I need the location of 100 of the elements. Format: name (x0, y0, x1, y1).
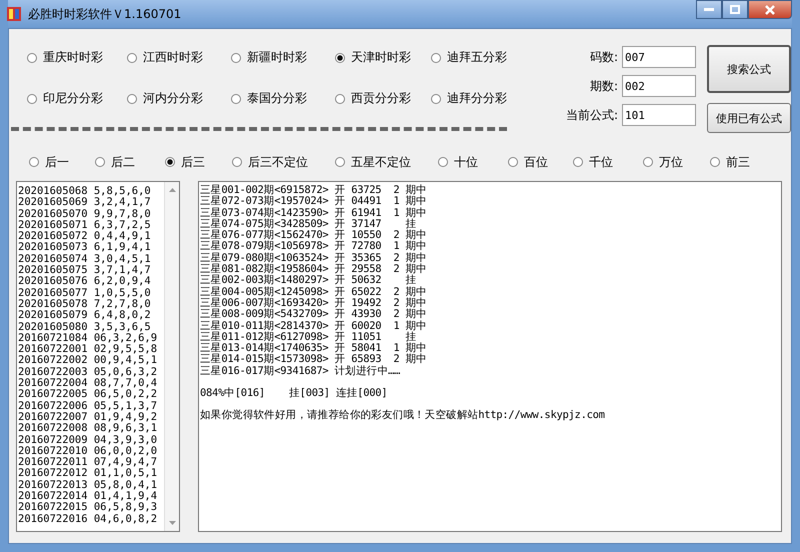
result-line: 三星004-005期<1245098> 开 65022 2 期中 (200, 286, 428, 298)
draw-entry[interactable]: 20201605072 0,4,4,9,1 (18, 231, 163, 242)
position-radio[interactable]: 千位 (573, 151, 643, 173)
draw-entry[interactable]: 20201605076 6,2,0,9,4 (18, 276, 163, 288)
result-line: 三星073-074期<1423590> 开 61941 1 期中 (200, 208, 428, 219)
position-radio[interactable]: 后一 (29, 151, 95, 173)
position-radio[interactable]: 百位 (508, 151, 573, 173)
app-icon (6, 6, 22, 22)
draw-entry[interactable]: 20160722004 08,7,7,0,4 (18, 378, 163, 390)
input-field[interactable]: 101 (622, 104, 696, 126)
input-field[interactable]: 002 (622, 75, 696, 97)
scrollbar[interactable] (164, 182, 179, 531)
radio-dot[interactable] (127, 94, 137, 104)
lottery-radio[interactable]: 河内分分彩 (127, 90, 231, 107)
draw-entry[interactable]: 20201605071 6,3,7,2,5 (18, 220, 163, 232)
radio-dot[interactable] (95, 157, 105, 167)
radio-dot[interactable] (431, 52, 441, 62)
radio-dot[interactable] (232, 157, 242, 167)
field-label: 码数: (590, 48, 618, 66)
lottery-radio[interactable]: 印尼分分彩 (27, 90, 127, 107)
draw-entry[interactable]: 20201605069 3,2,4,1,7 (18, 197, 163, 209)
input-field[interactable]: 007 (622, 46, 696, 68)
result-line: 三星002-003期<1480297> 开 50632 挂 (200, 275, 416, 286)
radio-dot[interactable] (165, 157, 175, 167)
radio-dot[interactable] (27, 94, 37, 104)
draw-entry[interactable]: 20201605075 3,7,1,4,7 (18, 265, 163, 276)
draw-entry[interactable]: 20160722002 00,9,4,5,1 (18, 355, 163, 367)
lottery-radio[interactable]: 天津时时彩 (335, 49, 431, 66)
position-radio[interactable]: 前三 (710, 151, 750, 173)
radio-dot[interactable] (431, 94, 441, 104)
result-line: 三星072-073期<1957024> 开 04491 1 期中 (200, 196, 428, 208)
draw-entry[interactable]: 20160722006 05,5,1,3,7 (18, 400, 163, 412)
scroll-up-icon (168, 188, 176, 192)
draw-entry[interactable]: 20160722008 08,9,6,3,1 (18, 423, 163, 435)
position-radio[interactable]: 后二 (95, 151, 165, 173)
field-label: 当前公式: (566, 106, 618, 124)
draw-entry[interactable]: 20201605077 1,0,5,5,0 (18, 288, 163, 299)
result-line: 三星010-011期<2814370> 开 60020 1 期中 (200, 320, 428, 332)
minimize-button[interactable] (696, 0, 722, 19)
radio-dot[interactable] (127, 52, 137, 62)
result-line: 三星013-014期<1740635> 开 58041 1 期中 (200, 343, 428, 354)
draw-entry[interactable]: 20201605070 9,9,7,8,0 (18, 208, 163, 220)
message-line: 如果你觉得软件好用，请推荐给你的彩友们哦！天空破解站http://www.skypjz.com (200, 410, 606, 422)
draw-entry[interactable]: 20160722014 01,4,1,9,4 (18, 491, 163, 502)
lottery-radio[interactable]: 西贡分分彩 (335, 90, 431, 107)
draw-entry[interactable]: 20201605078 7,2,7,8,0 (18, 298, 163, 310)
result-line: 三星001-002期<6915872> 开 63725 2 期中 (200, 185, 428, 196)
radio-dot[interactable] (231, 94, 241, 104)
draw-entry[interactable]: 20201605074 3,0,4,5,1 (18, 254, 163, 266)
lottery-radio[interactable]: 迪拜五分彩 (431, 49, 527, 66)
draw-entry[interactable]: 20201605073 6,1,9,4,1 (18, 242, 163, 254)
draw-entry[interactable]: 20160722012 01,1,0,5,1 (18, 468, 163, 480)
draw-entry[interactable]: 20160722007 01,9,4,9,2 (18, 412, 163, 424)
position-radio[interactable]: 后三不定位 (232, 151, 335, 173)
scroll-down-icon (168, 521, 176, 525)
draw-entry[interactable]: 20160722016 04,6,0,8,2 (18, 514, 163, 525)
draw-entry[interactable]: 20160722009 04,3,9,3,0 (18, 434, 163, 446)
result-line: 三星008-009期<5432709> 开 43930 2 期中 (200, 309, 428, 320)
lottery-radio[interactable]: 迪拜分分彩 (431, 90, 527, 107)
radio-dot[interactable] (643, 157, 653, 167)
draw-entry[interactable]: 20160722001 02,9,5,5,8 (18, 344, 163, 356)
result-line: 三星081-082期<1958604> 开 29558 2 期中 (200, 264, 428, 276)
radio-dot[interactable] (27, 52, 37, 62)
result-line: 三星076-077期<1562470> 开 10550 2 期中 (200, 230, 428, 242)
draw-entry[interactable]: 20160722013 05,8,0,4,1 (18, 480, 163, 492)
draw-entry[interactable]: 20160722015 06,5,8,9,3 (18, 502, 163, 514)
lottery-radio[interactable]: 新疆时时彩 (231, 49, 335, 66)
radio-dot[interactable] (335, 157, 345, 167)
lottery-radio[interactable]: 泰国分分彩 (231, 90, 335, 107)
maximize-button[interactable] (722, 0, 748, 19)
position-radio[interactable]: 十位 (438, 151, 508, 173)
summary-line: 084%中[016] 挂[003] 连挂[000] (200, 388, 388, 400)
position-radio[interactable]: 五星不定位 (335, 151, 438, 173)
position-radio[interactable]: 万位 (643, 151, 710, 173)
draw-entry[interactable]: 20201605079 6,4,8,0,2 (18, 310, 163, 322)
draw-entry[interactable]: 20201605068 5,8,5,6,0 (18, 186, 163, 198)
radio-dot[interactable] (29, 157, 39, 167)
lottery-radio[interactable]: 江西时时彩 (127, 49, 231, 66)
radio-dot[interactable] (231, 52, 241, 62)
result-line: 三星074-075期<3428509> 开 37147 挂 (200, 218, 416, 230)
close-button[interactable] (748, 0, 792, 19)
radio-dot[interactable] (335, 52, 345, 62)
draw-entry[interactable]: 20160722003 05,0,6,3,2 (18, 366, 163, 378)
search-formula-button[interactable]: 搜索公式 (707, 45, 791, 93)
radio-dot[interactable] (438, 157, 448, 167)
result-line: 三星014-015期<1573098> 开 65893 2 期中 (200, 354, 428, 366)
use-formula-button[interactable]: 使用已有公式 (707, 103, 791, 133)
draw-entry[interactable]: 20160722005 06,5,0,2,2 (18, 389, 163, 401)
draw-entry[interactable]: 20160722011 07,4,9,4,7 (18, 457, 163, 468)
draw-entry[interactable]: 20160721084 06,3,2,6,9 (18, 332, 163, 344)
radio-dot[interactable] (710, 157, 720, 167)
radio-dot[interactable] (335, 94, 345, 104)
result-line: 三星006-007期<1693420> 开 19492 2 期中 (200, 298, 428, 309)
lottery-radio[interactable]: 重庆时时彩 (27, 49, 127, 66)
maximize-icon (730, 5, 740, 14)
radio-dot[interactable] (508, 157, 518, 167)
radio-dot[interactable] (573, 157, 583, 167)
draw-entry[interactable]: 20201605080 3,5,3,6,5 (18, 322, 163, 333)
position-radio[interactable]: 后三 (165, 151, 232, 173)
draw-entry[interactable]: 20160722010 06,0,0,2,0 (18, 446, 163, 458)
